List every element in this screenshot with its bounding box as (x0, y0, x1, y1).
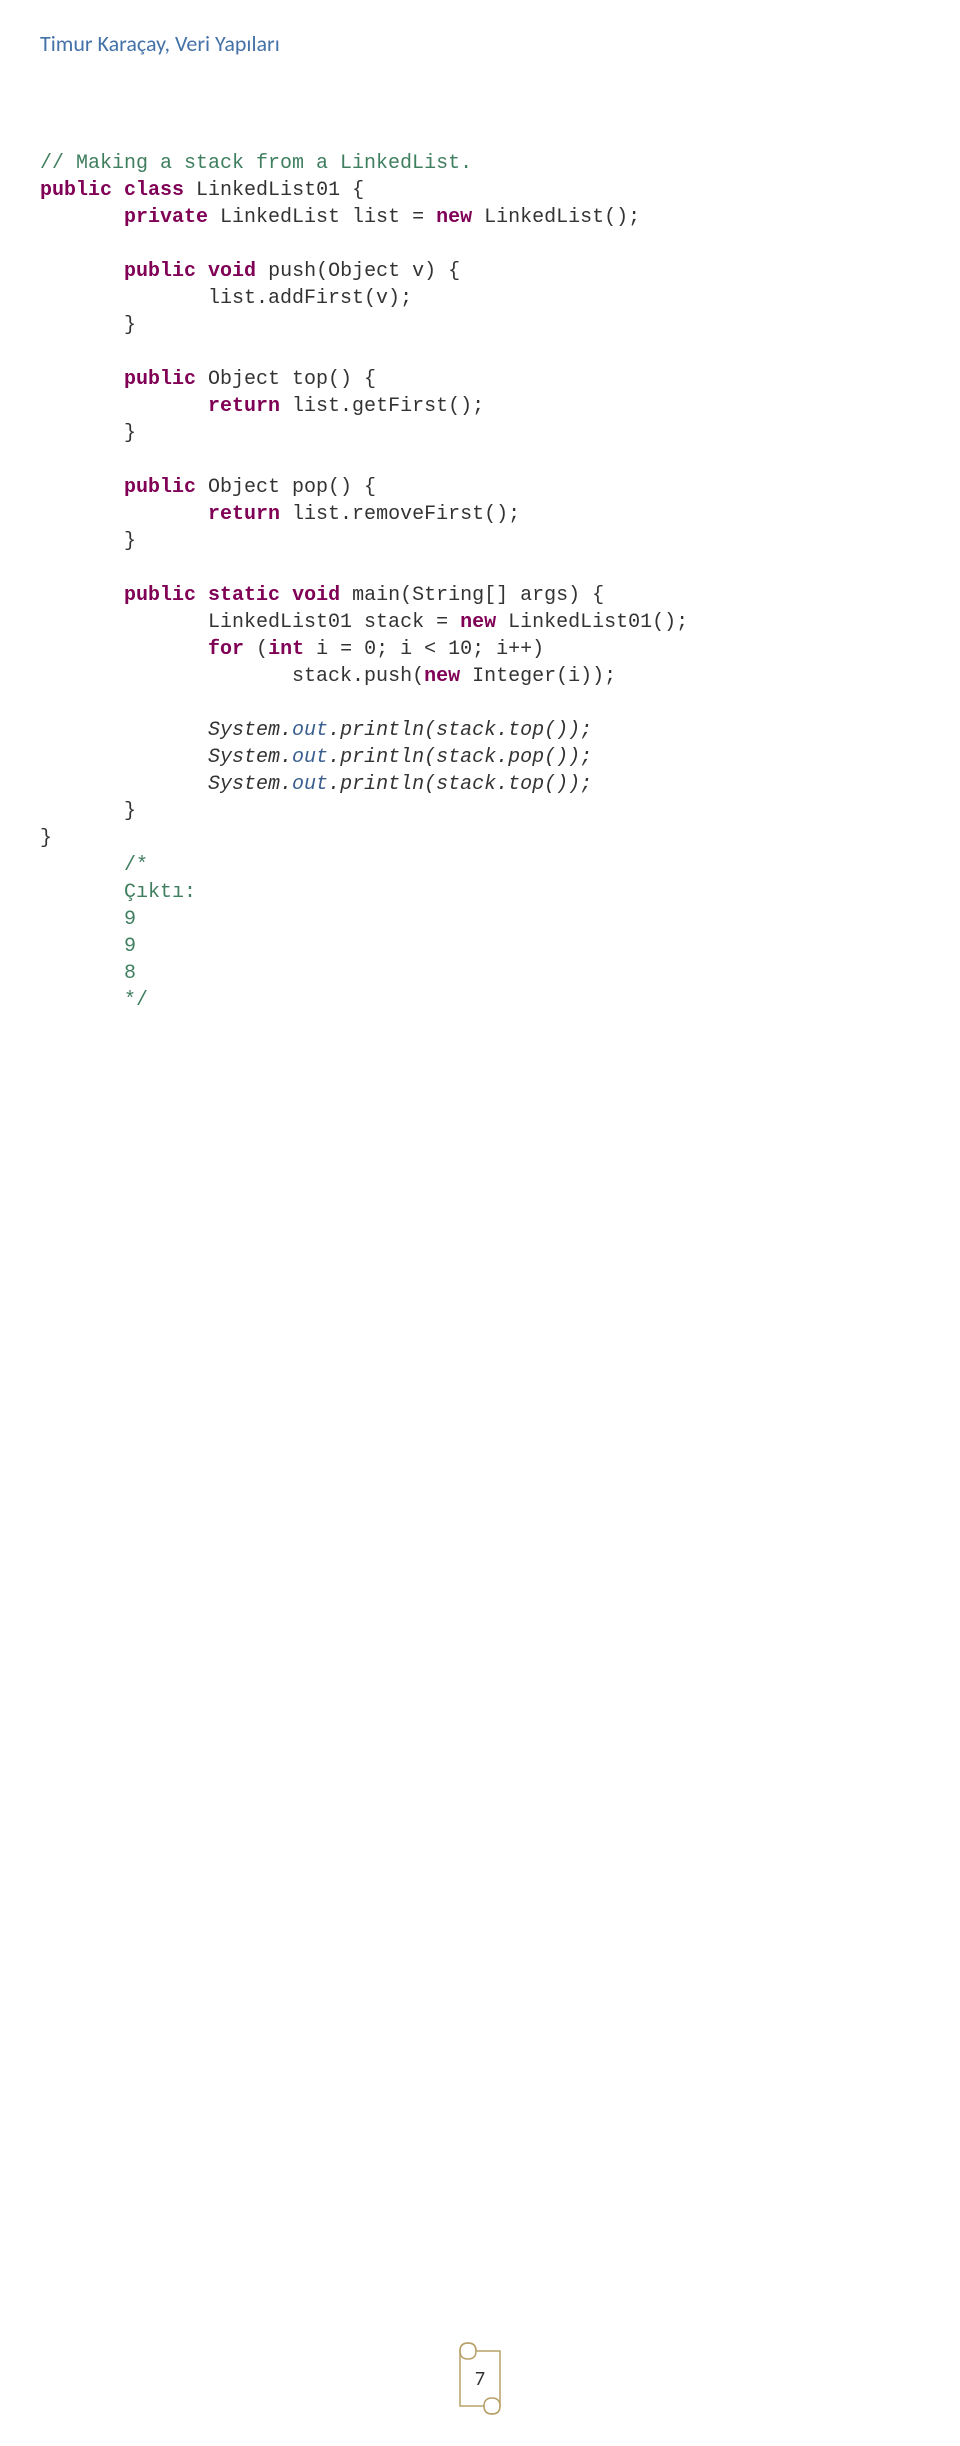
code-text: LinkedList01 { (184, 179, 364, 202)
code-text: Integer(i)); (460, 665, 616, 688)
code-text: System. (208, 746, 292, 769)
code-text: LinkedList list = (208, 206, 436, 229)
code-text: i = 0; i < 10; i++) (304, 638, 544, 661)
code-text: LinkedList01(); (496, 611, 688, 634)
output-comment: 8 (124, 962, 136, 985)
code-text (280, 584, 292, 607)
document-header: Timur Karaçay, Veri Yapıları (40, 30, 280, 57)
keyword: for (208, 638, 244, 661)
code-text: Object pop() { (196, 476, 376, 499)
code-text: LinkedList(); (472, 206, 640, 229)
keyword: public (124, 476, 196, 499)
keyword: int (268, 638, 304, 661)
keyword: public (40, 179, 112, 202)
keyword: class (124, 179, 184, 202)
output-comment: */ (124, 989, 148, 1012)
code-text: LinkedList01 stack = (208, 611, 460, 634)
code-text: main(String[] args) { (340, 584, 604, 607)
keyword: public (124, 368, 196, 391)
keyword: return (208, 503, 280, 526)
page-number: 7 (475, 2367, 485, 2391)
keyword: private (124, 206, 208, 229)
code-text: } (124, 314, 136, 337)
code-text: .println(stack.top()); (328, 719, 592, 742)
code-text: System. (208, 773, 292, 796)
output-comment: 9 (124, 908, 136, 931)
code-text: } (124, 800, 136, 823)
code-text: System. (208, 719, 292, 742)
code-text: .println(stack.top()); (328, 773, 592, 796)
code-text: list.addFirst(v); (208, 287, 412, 310)
code-text: push(Object v) { (256, 260, 460, 283)
output-comment: Çıktı: (124, 881, 196, 904)
keyword: static (208, 584, 280, 607)
static-field: out (292, 719, 328, 742)
code-text: .println(stack.pop()); (328, 746, 592, 769)
code-text: list.removeFirst(); (280, 503, 520, 526)
keyword: new (436, 206, 472, 229)
code-text: ( (244, 638, 268, 661)
code-text (112, 179, 124, 202)
output-comment: 9 (124, 935, 136, 958)
code-text: } (124, 422, 136, 445)
code-text (196, 260, 208, 283)
keyword: new (424, 665, 460, 688)
keyword: new (460, 611, 496, 634)
code-text (196, 584, 208, 607)
keyword: void (292, 584, 340, 607)
keyword: public (124, 260, 196, 283)
code-text: Object top() { (196, 368, 376, 391)
code-comment: // Making a stack from a LinkedList. (40, 152, 472, 175)
code-listing: // Making a stack from a LinkedList. pub… (40, 150, 688, 1014)
code-text: list.getFirst(); (280, 395, 484, 418)
code-text: stack.push( (292, 665, 424, 688)
static-field: out (292, 746, 328, 769)
code-text: } (40, 827, 52, 850)
static-field: out (292, 773, 328, 796)
output-comment: /* (124, 854, 148, 877)
keyword: void (208, 260, 256, 283)
keyword: return (208, 395, 280, 418)
code-text: } (124, 530, 136, 553)
keyword: public (124, 584, 196, 607)
